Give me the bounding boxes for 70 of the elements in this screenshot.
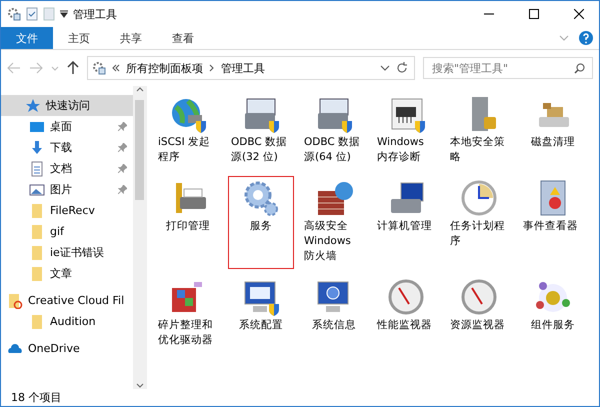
pin-icon (118, 164, 127, 173)
folder-icon (29, 224, 45, 240)
file-item[interactable]: ODBC 数据源(64 位) (301, 92, 367, 170)
file-item[interactable]: 资源监视器 (447, 275, 513, 353)
address-bar[interactable]: 所有控制面板项 管理工具 (87, 56, 415, 80)
ribbon-tab[interactable]: 查看 (157, 27, 209, 49)
status-text: 18 个项目 (10, 390, 62, 406)
chevron-up-icon[interactable] (136, 86, 144, 92)
search-field[interactable]: 搜索"管理工具" (423, 57, 593, 79)
sidebar-item[interactable]: 快速访问 (1, 95, 133, 116)
file-item[interactable]: 计算机管理 (374, 176, 440, 269)
search-icon (574, 63, 585, 74)
double-chevron-icon (112, 64, 120, 72)
properties-icon[interactable] (26, 7, 38, 21)
pin-icon (118, 185, 127, 194)
file-item[interactable]: 高级安全 Windows 防火墙 (301, 176, 367, 269)
file-item[interactable]: 碎片整理和优化驱动器 (155, 275, 221, 353)
file-item[interactable]: 服务 (228, 176, 294, 269)
folder-icon (7, 292, 23, 308)
breadcrumb[interactable]: 所有控制面板项 (126, 60, 203, 76)
file-item[interactable]: ODBC 数据源(32 位) (228, 92, 294, 170)
file-item[interactable]: 任务计划程序 (447, 176, 513, 269)
ribbon-tab[interactable]: 共享 (105, 27, 157, 49)
file-item[interactable]: 磁盘清理 (520, 92, 586, 170)
document-icon (29, 160, 45, 176)
folder-icon (29, 244, 45, 260)
down-arrow-icon (29, 140, 45, 156)
folder-icon (29, 266, 45, 282)
scrollbar-thumb[interactable] (135, 100, 144, 200)
refresh-icon[interactable] (396, 62, 408, 74)
file-item[interactable]: 系统配置 (228, 275, 294, 353)
file-item[interactable]: 本地安全策略 (447, 92, 513, 170)
ribbon-tab[interactable]: 文件 (1, 27, 53, 49)
file-item[interactable]: 系统信息 (301, 275, 367, 353)
star-icon (25, 98, 41, 114)
folder-icon (29, 202, 45, 218)
file-item[interactable]: Windows 内存诊断 (374, 92, 440, 170)
sidebar-item[interactable]: Creative Cloud Fil (1, 290, 133, 311)
sidebar-item[interactable]: FileRecv (1, 200, 133, 221)
sidebar-item[interactable]: 桌面 (1, 116, 133, 137)
chevron-right-icon (209, 64, 215, 72)
sidebar-item[interactable]: ie证书错误 (1, 242, 133, 263)
file-item[interactable]: 性能监视器 (374, 275, 440, 353)
sidebar-item[interactable]: 图片 (1, 179, 133, 200)
dropdown-icon[interactable] (60, 10, 68, 18)
sidebar-item[interactable]: 文章 (1, 263, 133, 284)
sidebar-item[interactable]: 下载 (1, 137, 133, 158)
up-arrow-icon[interactable] (67, 61, 79, 75)
sidebar-item[interactable]: OneDrive (1, 338, 133, 359)
pin-icon (118, 122, 127, 131)
file-item[interactable]: 事件查看器 (520, 176, 586, 269)
gear-icon (7, 7, 21, 21)
ribbon-tab[interactable]: 主页 (53, 27, 105, 49)
sidebar-item[interactable]: Audition (1, 311, 133, 332)
maximize-icon[interactable] (529, 9, 539, 19)
file-item[interactable]: 组件服务 (520, 275, 586, 353)
chevron-down-icon[interactable] (136, 383, 144, 389)
close-icon[interactable] (574, 9, 584, 19)
picture-icon (29, 182, 45, 198)
scrollbar[interactable] (133, 86, 146, 389)
chevron-down-icon[interactable] (380, 64, 390, 72)
sidebar-item[interactable]: gif (1, 221, 133, 242)
file-item[interactable]: iSCSI 发起程序 (155, 92, 221, 170)
window-title: 管理工具 (73, 6, 118, 22)
pin-icon (118, 143, 127, 152)
sidebar-item[interactable]: 文档 (1, 158, 133, 179)
gear-icon (92, 61, 106, 75)
file-item[interactable]: 打印管理 (155, 176, 221, 269)
folder-icon (29, 314, 45, 330)
breadcrumb[interactable]: 管理工具 (221, 60, 265, 76)
